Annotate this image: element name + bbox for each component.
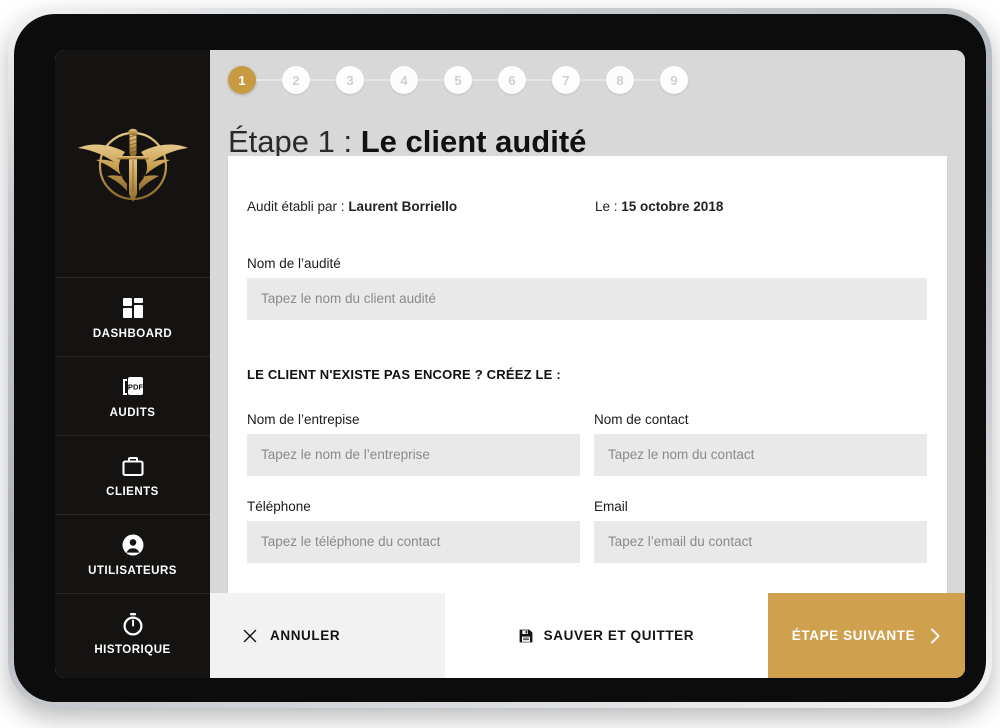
page-title-emphasis: Le client audité — [360, 124, 587, 159]
next-step-button-label: ÉTAPE SUIVANTE — [791, 628, 916, 643]
step-2[interactable]: 2 — [282, 66, 310, 94]
step-4[interactable]: 4 — [390, 66, 418, 94]
step-progress-bar: 1 2 3 4 5 6 7 8 9 — [228, 60, 688, 100]
telephone-input[interactable]: Tapez le téléphone du contact — [247, 521, 580, 563]
audite-input[interactable]: Tapez le nom du client audité — [247, 278, 927, 320]
step-connector — [364, 79, 390, 81]
sidebar-item-label: UTILISATEURS — [88, 564, 177, 577]
tablet-bezel: DASHBOARD PDF AUDITS CLIENTS UTILISATEUR… — [14, 14, 986, 702]
svg-text:PDF: PDF — [127, 382, 143, 391]
app-logo — [55, 50, 210, 277]
field-telephone: Téléphone Tapez le téléphone du contact — [247, 499, 580, 563]
cancel-button[interactable]: ANNULER — [210, 593, 445, 678]
sidebar: DASHBOARD PDF AUDITS CLIENTS UTILISATEUR… — [55, 50, 210, 678]
save-and-quit-button-label: SAUVER ET QUITTER — [543, 628, 695, 643]
save-and-quit-button[interactable]: SAUVER ET QUITTER — [444, 593, 768, 678]
close-icon — [243, 629, 257, 643]
sidebar-item-utilisateurs[interactable]: UTILISATEURS — [55, 514, 210, 593]
step-connector — [418, 79, 444, 81]
audit-date-value: 15 octobre 2018 — [621, 199, 724, 214]
field-email-label: Email — [594, 499, 628, 514]
page-title: Étape 1 : Le client audité — [228, 124, 586, 160]
page-title-prefix: Étape 1 : — [228, 124, 361, 159]
step-1[interactable]: 1 — [228, 66, 256, 94]
pdf-file-icon: PDF — [120, 374, 146, 400]
step-connector — [310, 79, 336, 81]
cancel-button-label: ANNULER — [270, 628, 341, 643]
contact-input[interactable]: Tapez le nom du contact — [594, 434, 927, 476]
sidebar-item-label: AUDITS — [109, 406, 156, 419]
step-connector — [580, 79, 606, 81]
field-entreprise-label: Nom de l’entrepise — [247, 412, 360, 427]
step-7[interactable]: 7 — [552, 66, 580, 94]
form-card: Audit établi par : Laurent Borriello Le … — [228, 156, 947, 593]
step-connector — [472, 79, 498, 81]
sidebar-item-historique[interactable]: HISTORIQUE — [55, 593, 210, 672]
action-bar: ANNULER SAUVER ET QUITTER ÉTAPE SUIVANTE — [210, 593, 965, 678]
sidebar-item-label: DASHBOARD — [92, 327, 173, 340]
field-email: Email Tapez l’email du contact — [594, 499, 927, 563]
field-audite-label: Nom de l’audité — [247, 256, 341, 271]
sidebar-item-dashboard[interactable]: DASHBOARD — [55, 277, 210, 356]
sidebar-item-clients[interactable]: CLIENTS — [55, 435, 210, 514]
step-6[interactable]: 6 — [498, 66, 526, 94]
step-connector — [634, 79, 660, 81]
grid-icon — [120, 295, 146, 321]
tablet-device-frame: DASHBOARD PDF AUDITS CLIENTS UTILISATEUR… — [8, 8, 992, 708]
step-3[interactable]: 3 — [336, 66, 364, 94]
main-panel: 1 2 3 4 5 6 7 8 9 Étape 1: Le client au… — [210, 50, 965, 678]
audit-date-label: Le : — [595, 199, 622, 214]
audit-author-label: Audit établi par : — [247, 199, 349, 214]
audit-author-value: Laurent Borriello — [348, 199, 458, 214]
sidebar-item-audits[interactable]: PDF AUDITS — [55, 356, 210, 435]
field-entreprise: Nom de l’entrepise Tapez le nom de l’ent… — [247, 412, 580, 476]
field-audite: Nom de l’audité Tapez le nom du client a… — [247, 256, 927, 320]
step-connector — [526, 79, 552, 81]
email-input[interactable]: Tapez l’email du contact — [594, 521, 927, 563]
sidebar-item-label: HISTORIQUE — [94, 643, 171, 656]
sidebar-item-label: CLIENTS — [106, 485, 159, 498]
floppy-save-icon — [519, 629, 533, 643]
step-9[interactable]: 9 — [660, 66, 688, 94]
field-contact: Nom de contact Tapez le nom du contact — [594, 412, 927, 476]
create-client-heading: LE CLIENT N'EXISTE PAS ENCORE ? CRÉEZ LE… — [247, 367, 561, 382]
stopwatch-icon — [120, 611, 146, 637]
audit-date: Le : 15 octobre 2018 — [595, 199, 723, 214]
chevron-right-icon — [930, 627, 941, 644]
step-connector — [256, 79, 282, 81]
step-8[interactable]: 8 — [606, 66, 634, 94]
audit-author: Audit établi par : Laurent Borriello — [247, 199, 457, 214]
step-5[interactable]: 5 — [444, 66, 472, 94]
entreprise-input[interactable]: Tapez le nom de l’entreprise — [247, 434, 580, 476]
winged-sword-emblem-icon — [77, 128, 188, 202]
field-telephone-label: Téléphone — [247, 499, 311, 514]
tablet-screen: DASHBOARD PDF AUDITS CLIENTS UTILISATEUR… — [55, 50, 965, 678]
user-icon — [120, 532, 146, 558]
briefcase-icon — [120, 453, 146, 479]
field-contact-label: Nom de contact — [594, 412, 689, 427]
next-step-button[interactable]: ÉTAPE SUIVANTE — [768, 593, 965, 678]
